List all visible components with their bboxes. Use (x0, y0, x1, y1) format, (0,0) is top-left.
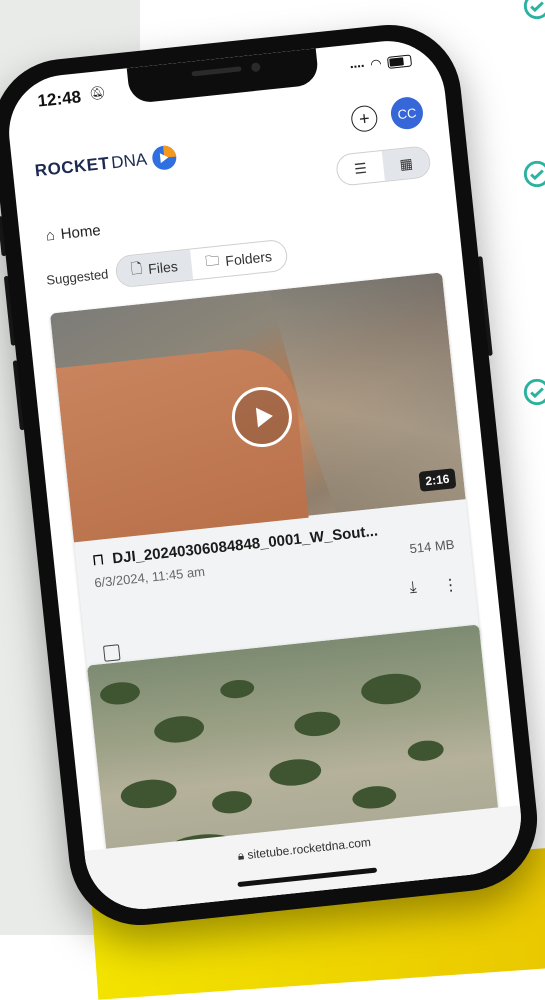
download-icon[interactable]: ⤓ (409, 579, 418, 600)
check-circle-icon (523, 160, 545, 188)
file-actions: ⤓ ⋮ (409, 574, 460, 599)
wifi-icon: ◠ (369, 55, 383, 72)
video-duration: 2:16 (418, 468, 457, 492)
file-icon: 🗋︎ (130, 259, 143, 277)
silent-bell-icon: 🔕︎ (88, 84, 107, 102)
video-file-icon: ⊓ (91, 551, 106, 570)
status-icons: ···· ◠ (348, 52, 413, 75)
home-icon: ⌂ (44, 226, 56, 245)
rocketdna-logo[interactable]: ROCKET DNA (34, 144, 179, 185)
rocketdna-mark-icon (151, 145, 176, 170)
phone-mockup: 12:48 🔕︎ ···· ◠ ROCKET DNA + CC ☰ ▦ ⌂ Ho… (0, 17, 545, 933)
video-thumbnail[interactable]: 2:16 (49, 272, 466, 543)
files-label: Files (147, 258, 179, 278)
type-filter: 🗋︎ Files 🗀︎ Folders (114, 238, 289, 289)
more-options-icon[interactable]: ⋮ (442, 574, 460, 596)
phone-screen: 12:48 🔕︎ ···· ◠ ROCKET DNA + CC ☰ ▦ ⌂ Ho… (3, 35, 527, 915)
suggested-label: Suggested (45, 265, 110, 288)
user-avatar[interactable]: CC (389, 95, 425, 131)
breadcrumb[interactable]: ⌂ Home (45, 222, 102, 245)
logo-word-light: DNA (110, 149, 149, 173)
status-time: 12:48 (36, 87, 82, 111)
folders-filter-button[interactable]: 🗀︎ Folders (190, 240, 287, 280)
folders-label: Folders (224, 248, 273, 269)
browser-url: sitetube.rocketdna.com (246, 834, 372, 862)
breadcrumb-home: Home (59, 221, 102, 243)
list-view-button[interactable]: ☰ (336, 151, 385, 186)
grid-icon: ▦ (398, 154, 414, 172)
files-filter-button[interactable]: 🗋︎ Files (115, 249, 194, 288)
list-icon: ☰ (353, 159, 368, 177)
filter-row: Suggested 🗋︎ Files 🗀︎ Folders (45, 238, 289, 296)
add-button[interactable]: + (350, 104, 379, 133)
lock-icon: 🔒︎ (237, 848, 245, 863)
file-card[interactable]: 2:16 ⊓ DJI_20240306084848_0001_W_Sout...… (49, 272, 481, 684)
folder-icon: 🗀︎ (204, 251, 221, 270)
battery-icon (386, 54, 413, 69)
signal-icon: ···· (348, 57, 366, 75)
grid-view-button[interactable]: ▦ (381, 146, 431, 181)
logo-word-bold: ROCKET (33, 153, 111, 181)
home-indicator[interactable] (237, 867, 378, 888)
check-circle-icon (523, 378, 545, 406)
select-checkbox[interactable] (102, 644, 121, 662)
check-circle-icon (523, 0, 545, 20)
phone-body: 12:48 🔕︎ ···· ◠ ROCKET DNA + CC ☰ ▦ ⌂ Ho… (0, 17, 545, 933)
